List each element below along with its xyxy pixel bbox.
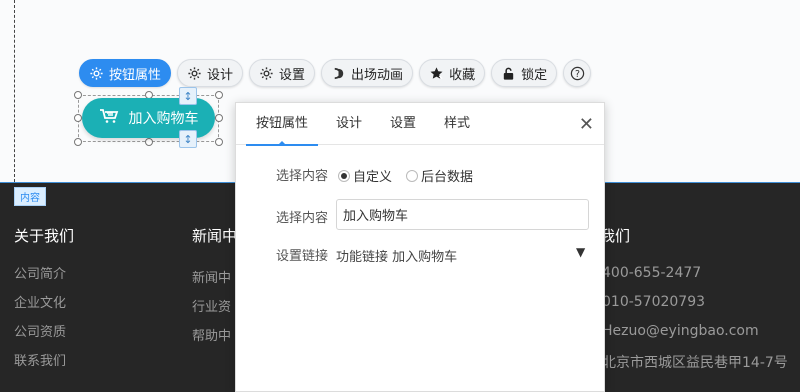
chevron-down-icon[interactable]: ▼ (576, 245, 585, 259)
link-value[interactable]: 功能链接 加入购物车 (336, 246, 457, 265)
selected-element[interactable]: 加入购物车 ↕ ↕ (74, 87, 224, 148)
vertical-resize-icon[interactable]: ↕ (179, 130, 197, 148)
cart-icon (99, 108, 119, 128)
footer-link[interactable]: 企业文化 (14, 292, 66, 311)
link-label: 设置链接 (276, 249, 329, 264)
element-toolbar: 按钮属性 设计 设置 出场动画 收藏 锁定 ? (79, 58, 592, 88)
email-address: Hezuo@eyingbao.com (602, 323, 759, 339)
radio-unchecked-icon (406, 169, 419, 182)
gear-icon (89, 66, 104, 81)
settings-label: 设置 (279, 67, 306, 83)
footer-link[interactable]: 新闻中 (192, 267, 231, 286)
panel-tabs: 按钮属性 设计 设置 样式 ✕ (236, 103, 604, 146)
entrance-animation-label: 出场动画 (351, 67, 404, 83)
resize-handle[interactable] (145, 138, 153, 146)
button-properties-button[interactable]: 按钮属性 (79, 59, 172, 87)
add-to-cart-label: 加入购物车 (128, 111, 199, 127)
footer-link[interactable]: 公司资质 (14, 321, 66, 340)
properties-panel: 按钮属性 设计 设置 样式 ✕ 选择内容 自定义 后台数据 选择内容 设置链接 … (235, 102, 605, 392)
resize-glyph: ↕ (183, 89, 193, 103)
help-button[interactable]: ? (563, 59, 592, 87)
resize-handle[interactable] (215, 138, 223, 146)
button-properties-label: 按钮属性 (109, 67, 162, 83)
footer-link[interactable]: 联系我们 (14, 350, 66, 369)
tab-design[interactable]: 设计 (322, 103, 376, 145)
resize-handle[interactable] (215, 91, 223, 99)
news-title: 新闻中 (192, 227, 238, 245)
resize-glyph: ↕ (183, 132, 193, 146)
vertical-resize-icon[interactable]: ↕ (179, 87, 197, 105)
content-tag: 内容 (14, 187, 46, 206)
resize-handle[interactable] (74, 138, 82, 146)
radio-custom[interactable]: 自定义 (338, 166, 392, 185)
tab-settings[interactable]: 设置 (376, 103, 430, 145)
content-source-radio-group: 自定义 后台数据 (338, 166, 473, 185)
gear-icon (187, 66, 202, 81)
guide-line (14, 0, 15, 182)
street-address: 北京市西城区益民巷甲14-7号 (602, 355, 788, 371)
lock-button[interactable]: 锁定 (491, 59, 558, 87)
star-icon (429, 66, 444, 81)
about-title: 关于我们 (14, 227, 75, 245)
lock-label: 锁定 (521, 67, 548, 83)
footer-link[interactable]: 帮助中 (192, 325, 231, 344)
settings-button[interactable]: 设置 (249, 59, 316, 87)
entrance-animation-button[interactable]: 出场动画 (321, 59, 414, 87)
close-icon[interactable]: ✕ (579, 114, 594, 135)
resize-handle[interactable] (74, 91, 82, 99)
content-input-label: 选择内容 (276, 211, 329, 226)
animation-icon (331, 66, 346, 81)
unlock-icon (501, 66, 516, 81)
tab-button-properties[interactable]: 按钮属性 (242, 103, 322, 146)
radio-custom-label: 自定义 (353, 170, 393, 185)
design-button[interactable]: 设计 (177, 59, 244, 87)
radio-checked-icon (338, 169, 350, 182)
radio-backend-label: 后台数据 (421, 170, 474, 185)
tab-style[interactable]: 样式 (430, 103, 484, 145)
radio-backend-data[interactable]: 后台数据 (406, 166, 473, 185)
footer-link[interactable]: 行业资 (192, 296, 231, 315)
resize-handle[interactable] (215, 114, 223, 122)
content-input[interactable] (336, 199, 589, 230)
content-source-label: 选择内容 (276, 169, 329, 184)
favorite-button[interactable]: 收藏 (419, 59, 486, 87)
phone-number: 400-655-2477 (602, 265, 702, 281)
resize-handle[interactable] (74, 114, 82, 122)
footer-link[interactable]: 公司简介 (14, 263, 66, 282)
gear-icon (259, 66, 274, 81)
design-label: 设计 (207, 67, 234, 83)
phone-number: 010-57020793 (602, 294, 706, 310)
svg-text:?: ? (575, 68, 580, 79)
help-icon: ? (570, 66, 585, 81)
favorite-label: 收藏 (449, 67, 476, 83)
